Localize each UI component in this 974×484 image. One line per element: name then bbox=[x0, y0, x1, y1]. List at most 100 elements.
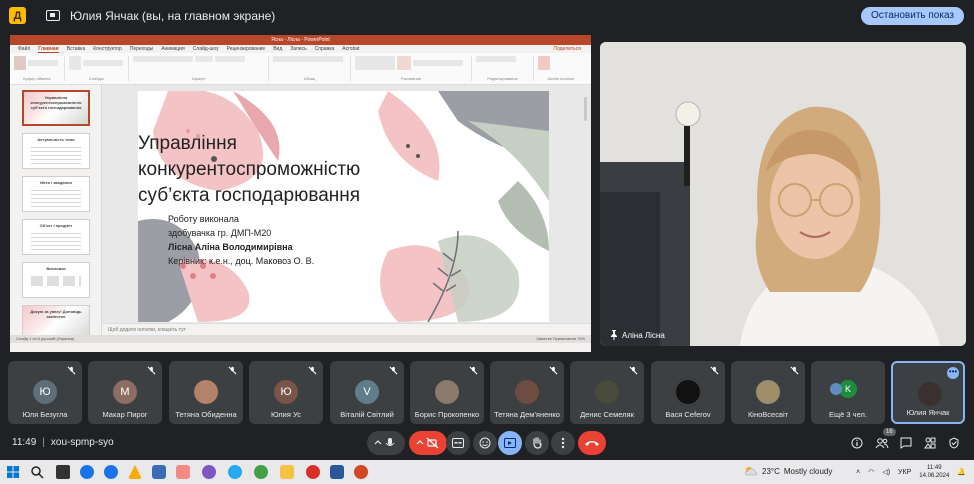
top-bar: Д Юлия Янчак (вы, на главном экране) Ост… bbox=[0, 0, 974, 31]
word-icon[interactable] bbox=[330, 465, 344, 479]
powerpoint-body: Управління конкурентоспроможністю суб'єк… bbox=[10, 85, 591, 343]
thumbnail-title: Мета і завдання bbox=[40, 180, 72, 185]
whatsapp-icon[interactable] bbox=[254, 465, 268, 479]
volume-icon[interactable]: ◁) bbox=[882, 468, 890, 476]
microphone-button[interactable] bbox=[367, 431, 405, 455]
slide-thumbnail[interactable]: Управління конкурентоспроможністю суб'єк… bbox=[22, 90, 90, 126]
participant-tile[interactable]: Ю Юля Безугла bbox=[8, 361, 82, 424]
group-label: Редактирование bbox=[487, 76, 518, 81]
thumbnail-text-lines bbox=[31, 190, 81, 208]
host-controls-icon[interactable] bbox=[948, 437, 960, 449]
status-bar: Слайд 1 из 6 русский (Украина) Заметки П… bbox=[10, 335, 591, 343]
current-slide[interactable]: Управління конкурентоспроможністю суб’єк… bbox=[138, 91, 549, 322]
share-label[interactable]: Поделиться bbox=[553, 46, 581, 52]
speaker-name: Аліна Лісна bbox=[622, 330, 665, 340]
windows-start-icon[interactable] bbox=[6, 465, 20, 479]
tab-slideshow[interactable]: Слайд-шоу bbox=[193, 46, 219, 52]
slide-subtitle-line: Роботу виконала bbox=[168, 214, 239, 224]
avatar: V bbox=[355, 380, 379, 404]
thumbnail-text-lines bbox=[31, 147, 81, 165]
participant-name: Тетяна Дем'яненко bbox=[494, 410, 560, 419]
slide-subtitle-line: Лісна Аліна Володимирівна bbox=[168, 242, 293, 252]
tab-transitions[interactable]: Переходы bbox=[130, 46, 153, 52]
self-participant-tile[interactable]: ••• Юлия Янчак bbox=[891, 361, 965, 424]
weather-widget[interactable]: 23°C Mostly cloudy bbox=[744, 466, 832, 476]
more-participants-tile[interactable]: K Ещё 3 чел. bbox=[811, 361, 885, 424]
info-icon[interactable] bbox=[851, 437, 863, 449]
participant-tile[interactable]: Тетяна Обиденна bbox=[169, 361, 243, 424]
screen-share-icon bbox=[46, 10, 60, 21]
clock-date: 14.06.2024 bbox=[919, 473, 950, 479]
tab-record[interactable]: Запись bbox=[290, 46, 306, 52]
tab-file[interactable]: Файл bbox=[18, 46, 30, 52]
zoom-icon[interactable] bbox=[104, 465, 118, 479]
tab-view[interactable]: Вид bbox=[273, 46, 282, 52]
temperature: 23°C bbox=[762, 466, 780, 476]
captions-icon bbox=[452, 438, 464, 448]
participant-tile[interactable]: Борис Прокопенко bbox=[410, 361, 484, 424]
people-icon[interactable] bbox=[875, 437, 889, 449]
stop-presenting-button[interactable]: Остановить показ bbox=[861, 7, 964, 25]
chrome-icon[interactable] bbox=[306, 465, 320, 479]
viber-icon[interactable] bbox=[202, 465, 216, 479]
powerpoint-icon[interactable] bbox=[354, 465, 368, 479]
participant-name: Юлия Янчак bbox=[906, 408, 950, 417]
thumbnail-title: Об'єкт і предмет bbox=[39, 223, 73, 228]
slide-thumbnail[interactable]: Мета і завдання bbox=[22, 176, 90, 212]
group-label: Рисование bbox=[400, 76, 422, 81]
participant-tile[interactable]: Денис Семеляк bbox=[570, 361, 644, 424]
camera-button[interactable] bbox=[409, 431, 447, 455]
avatar-photo bbox=[595, 380, 619, 404]
search-icon[interactable] bbox=[30, 465, 44, 479]
more-options-icon[interactable]: ••• bbox=[947, 367, 959, 379]
participant-name: Юля Безугла bbox=[22, 410, 68, 419]
notification-bell-icon[interactable]: 🔔 bbox=[957, 468, 966, 476]
leave-call-button[interactable] bbox=[578, 431, 606, 455]
tab-home[interactable]: Главная bbox=[38, 46, 59, 53]
language-indicator[interactable]: УКР bbox=[898, 469, 911, 476]
present-button[interactable] bbox=[498, 431, 522, 455]
slide-title-line: суб’єкта господарювання bbox=[138, 185, 361, 206]
captions-button[interactable] bbox=[446, 431, 470, 455]
participant-tile[interactable]: Ю Юлия Ус bbox=[249, 361, 323, 424]
tab-acrobat[interactable]: Acrobat bbox=[342, 46, 359, 52]
participant-tile[interactable]: КіноВсесвіт bbox=[731, 361, 805, 424]
status-left: Слайд 1 из 6 русский (Украина) bbox=[16, 336, 75, 341]
group-label: Абзац bbox=[304, 76, 316, 81]
tab-review[interactable]: Рецензирование bbox=[227, 46, 266, 52]
pin-icon[interactable] bbox=[610, 330, 618, 340]
speaker-video bbox=[600, 42, 966, 346]
file-explorer-icon[interactable] bbox=[280, 465, 294, 479]
participant-tile[interactable]: Вася Ceferov bbox=[651, 361, 725, 424]
tab-design[interactable]: Конструктор bbox=[93, 46, 122, 52]
chat-icon[interactable] bbox=[900, 437, 912, 449]
notes-pane[interactable]: Щоб додати нотатки, клацніть тут bbox=[102, 323, 591, 335]
tab-help[interactable]: Справка bbox=[315, 46, 335, 52]
clock[interactable]: 11:49 14.06.2024 bbox=[919, 464, 949, 480]
chevron-up-icon[interactable]: ˄ bbox=[856, 469, 860, 476]
warning-app-icon[interactable] bbox=[128, 465, 142, 479]
activities-icon[interactable] bbox=[924, 437, 936, 449]
tab-animations[interactable]: Анимация bbox=[161, 46, 184, 52]
zoom-icon[interactable] bbox=[80, 465, 94, 479]
slide-thumbnail[interactable]: Актуальність теми bbox=[22, 133, 90, 169]
reactions-button[interactable] bbox=[473, 431, 497, 455]
slide-scrollbar[interactable] bbox=[584, 97, 587, 121]
speaker-video-tile[interactable]: Аліна Лісна bbox=[600, 42, 966, 346]
app-icon[interactable] bbox=[176, 465, 190, 479]
mic-off-icon bbox=[629, 366, 638, 375]
mic-off-icon bbox=[389, 366, 398, 375]
more-options-button[interactable] bbox=[551, 431, 575, 455]
tab-insert[interactable]: Вставка bbox=[67, 46, 86, 52]
participant-tile[interactable]: Тетяна Дем'яненко bbox=[490, 361, 564, 424]
slide-thumbnail[interactable]: Висновки bbox=[22, 262, 90, 298]
task-view-icon[interactable] bbox=[56, 465, 70, 479]
slide-thumbnail[interactable]: Об'єкт і предмет bbox=[22, 219, 90, 255]
slide-thumbnails: Управління конкурентоспроможністю суб'єк… bbox=[10, 85, 102, 343]
participant-tile[interactable]: V Віталій Світлий bbox=[330, 361, 404, 424]
raise-hand-button[interactable] bbox=[525, 431, 549, 455]
wifi-icon[interactable]: ◠ bbox=[868, 468, 874, 476]
app-icon[interactable] bbox=[152, 465, 166, 479]
telegram-icon[interactable] bbox=[228, 465, 242, 479]
participant-tile[interactable]: М Макар Пирог bbox=[88, 361, 162, 424]
